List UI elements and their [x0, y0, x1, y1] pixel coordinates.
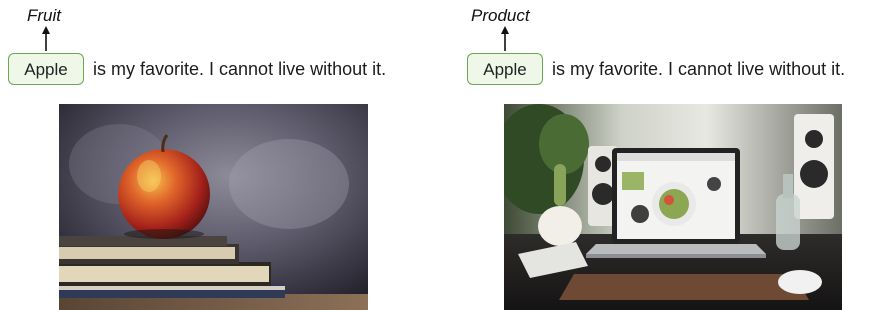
panel-product: Product Apple is my favorite. I cannot l…	[460, 0, 887, 310]
apple-on-books-photo	[59, 104, 368, 310]
laptop-on-desk-photo	[504, 104, 842, 310]
up-arrow-icon	[42, 26, 50, 51]
up-arrow-icon	[501, 26, 509, 51]
entity-box-apple: Apple	[8, 53, 84, 85]
category-label-product: Product	[471, 6, 530, 25]
entity-box-apple: Apple	[467, 53, 543, 85]
sentence-text: is my favorite. I cannot live without it…	[552, 59, 846, 79]
panel-fruit: Fruit Apple is my favorite. I cannot liv…	[0, 0, 440, 310]
category-label-fruit: Fruit	[27, 6, 61, 25]
sentence-text: is my favorite. I cannot live without it…	[93, 59, 387, 79]
